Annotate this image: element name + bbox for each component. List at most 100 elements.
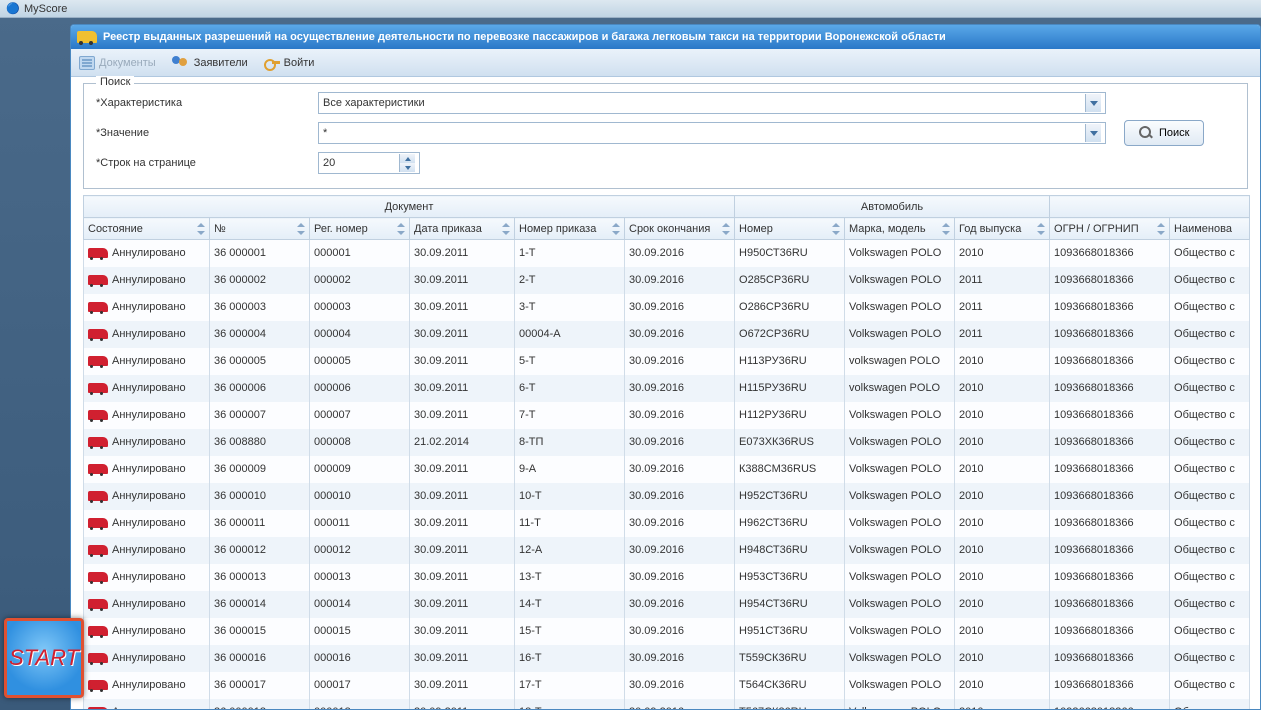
table-row[interactable]: Аннулировано36 00001300001330.09.201113-…	[84, 564, 1250, 591]
cell-car-num: О286СР36RU	[735, 294, 845, 321]
col-name[interactable]: Наименова	[1170, 218, 1250, 240]
sort-icon	[722, 223, 730, 235]
toolbar-login[interactable]: Войти	[264, 56, 315, 70]
table-row[interactable]: Аннулировано36 00888000000821.02.20148-Т…	[84, 429, 1250, 456]
table-row[interactable]: Аннулировано36 00000200000230.09.20112-Т…	[84, 267, 1250, 294]
table-row[interactable]: Аннулировано36 00001800001830.09.201118-…	[84, 699, 1250, 710]
table-row[interactable]: Аннулировано36 00001400001430.09.201114-…	[84, 591, 1250, 618]
cell-status: Аннулировано	[84, 402, 210, 429]
characteristic-select[interactable]: Все характеристики	[318, 92, 1106, 114]
cell-order-date: 30.09.2011	[410, 564, 515, 591]
cell-num: 36 000009	[210, 456, 310, 483]
car-icon	[88, 545, 108, 555]
car-icon	[88, 356, 108, 366]
group-header-document: Документ	[84, 196, 735, 218]
cell-num: 36 000001	[210, 240, 310, 267]
cell-reg: 000006	[310, 375, 410, 402]
toolbar-documents[interactable]: Документы	[79, 56, 156, 70]
cell-year: 2011	[955, 321, 1050, 348]
cell-reg: 000014	[310, 591, 410, 618]
table-row[interactable]: Аннулировано36 00000600000630.09.20116-Т…	[84, 375, 1250, 402]
search-button-label: Поиск	[1159, 127, 1189, 139]
cell-name: Общество с	[1170, 645, 1250, 672]
cell-order-num: 00004-А	[515, 321, 625, 348]
window-titlebar: 🔵 MyScore	[0, 0, 1261, 18]
col-status[interactable]: Состояние	[84, 218, 210, 240]
cell-name: Общество с	[1170, 402, 1250, 429]
col-ogrn[interactable]: ОГРН / ОГРНИП	[1050, 218, 1170, 240]
col-reg[interactable]: Рег. номер	[310, 218, 410, 240]
cell-year: 2010	[955, 564, 1050, 591]
cell-order-num: 2-Т	[515, 267, 625, 294]
start-button[interactable]: START	[4, 618, 84, 698]
cell-order-num: 14-Т	[515, 591, 625, 618]
start-button-label: START	[9, 645, 79, 671]
cell-status: Аннулировано	[84, 294, 210, 321]
cell-expiry: 30.09.2016	[625, 564, 735, 591]
cell-status: Аннулировано	[84, 375, 210, 402]
cell-status: Аннулировано	[84, 348, 210, 375]
cell-ogrn: 1093668018366	[1050, 645, 1170, 672]
cell-order-num: 13-Т	[515, 564, 625, 591]
toolbar-applicants[interactable]: Заявители	[172, 56, 248, 70]
table-row[interactable]: Аннулировано36 00001700001730.09.201117-…	[84, 672, 1250, 699]
cell-expiry: 30.09.2016	[625, 240, 735, 267]
cell-order-date: 30.09.2011	[410, 294, 515, 321]
cell-order-num: 5-Т	[515, 348, 625, 375]
car-icon	[88, 410, 108, 420]
cell-ogrn: 1093668018366	[1050, 348, 1170, 375]
table-row[interactable]: Аннулировано36 00000100000130.09.20111-Т…	[84, 240, 1250, 267]
cell-name: Общество с	[1170, 564, 1250, 591]
table-row[interactable]: Аннулировано36 00001600001630.09.201116-…	[84, 645, 1250, 672]
app-title: MyScore	[24, 3, 67, 15]
cell-car-num: Н962СТ36RU	[735, 510, 845, 537]
col-expiry[interactable]: Срок окончания	[625, 218, 735, 240]
car-icon	[88, 653, 108, 663]
table-row[interactable]: Аннулировано36 00000400000430.09.2011000…	[84, 321, 1250, 348]
cell-car-num: Е073ХК36RUS	[735, 429, 845, 456]
col-order-num[interactable]: Номер приказа	[515, 218, 625, 240]
cell-expiry: 30.09.2016	[625, 672, 735, 699]
cell-order-date: 30.09.2011	[410, 375, 515, 402]
cell-brand: Volkswagen POLO	[845, 645, 955, 672]
cell-expiry: 30.09.2016	[625, 294, 735, 321]
cell-car-num: Н951СТ36RU	[735, 618, 845, 645]
cell-status: Аннулировано	[84, 321, 210, 348]
cell-year: 2010	[955, 375, 1050, 402]
cell-num: 36 008880	[210, 429, 310, 456]
cell-order-date: 30.09.2011	[410, 348, 515, 375]
table-row[interactable]: Аннулировано36 00001000001030.09.201110-…	[84, 483, 1250, 510]
table-row[interactable]: Аннулировано36 00001500001530.09.201115-…	[84, 618, 1250, 645]
cell-year: 2010	[955, 537, 1050, 564]
value-select[interactable]: *	[318, 122, 1106, 144]
car-icon	[88, 626, 108, 636]
table-row[interactable]: Аннулировано36 00000700000730.09.20117-Т…	[84, 402, 1250, 429]
car-icon	[88, 275, 108, 285]
search-button[interactable]: Поиск	[1124, 120, 1204, 146]
col-order-date[interactable]: Дата приказа	[410, 218, 515, 240]
cell-name: Общество с	[1170, 510, 1250, 537]
table-row[interactable]: Аннулировано36 00000900000930.09.20119-А…	[84, 456, 1250, 483]
cell-expiry: 30.09.2016	[625, 321, 735, 348]
car-icon	[77, 31, 97, 43]
col-num[interactable]: №	[210, 218, 310, 240]
table-row[interactable]: Аннулировано36 00001200001230.09.201112-…	[84, 537, 1250, 564]
cell-ogrn: 1093668018366	[1050, 699, 1170, 710]
sort-icon	[832, 223, 840, 235]
chevron-down-icon	[1085, 124, 1101, 142]
table-row[interactable]: Аннулировано36 00000300000330.09.20113-Т…	[84, 294, 1250, 321]
cell-order-date: 30.09.2011	[410, 672, 515, 699]
col-year[interactable]: Год выпуска	[955, 218, 1050, 240]
cell-num: 36 000016	[210, 645, 310, 672]
table-body: Аннулировано36 00000100000130.09.20111-Т…	[84, 240, 1250, 710]
cell-car-num: Н112РУ36RU	[735, 402, 845, 429]
table-row[interactable]: Аннулировано36 00000500000530.09.20115-Т…	[84, 348, 1250, 375]
cell-order-num: 10-Т	[515, 483, 625, 510]
col-brand[interactable]: Марка, модель	[845, 218, 955, 240]
value-value: *	[323, 127, 327, 139]
cell-name: Общество с	[1170, 483, 1250, 510]
col-car-num[interactable]: Номер	[735, 218, 845, 240]
rows-per-page-spinner[interactable]: 20	[318, 152, 420, 174]
cell-num: 36 000015	[210, 618, 310, 645]
table-row[interactable]: Аннулировано36 00001100001130.09.201111-…	[84, 510, 1250, 537]
